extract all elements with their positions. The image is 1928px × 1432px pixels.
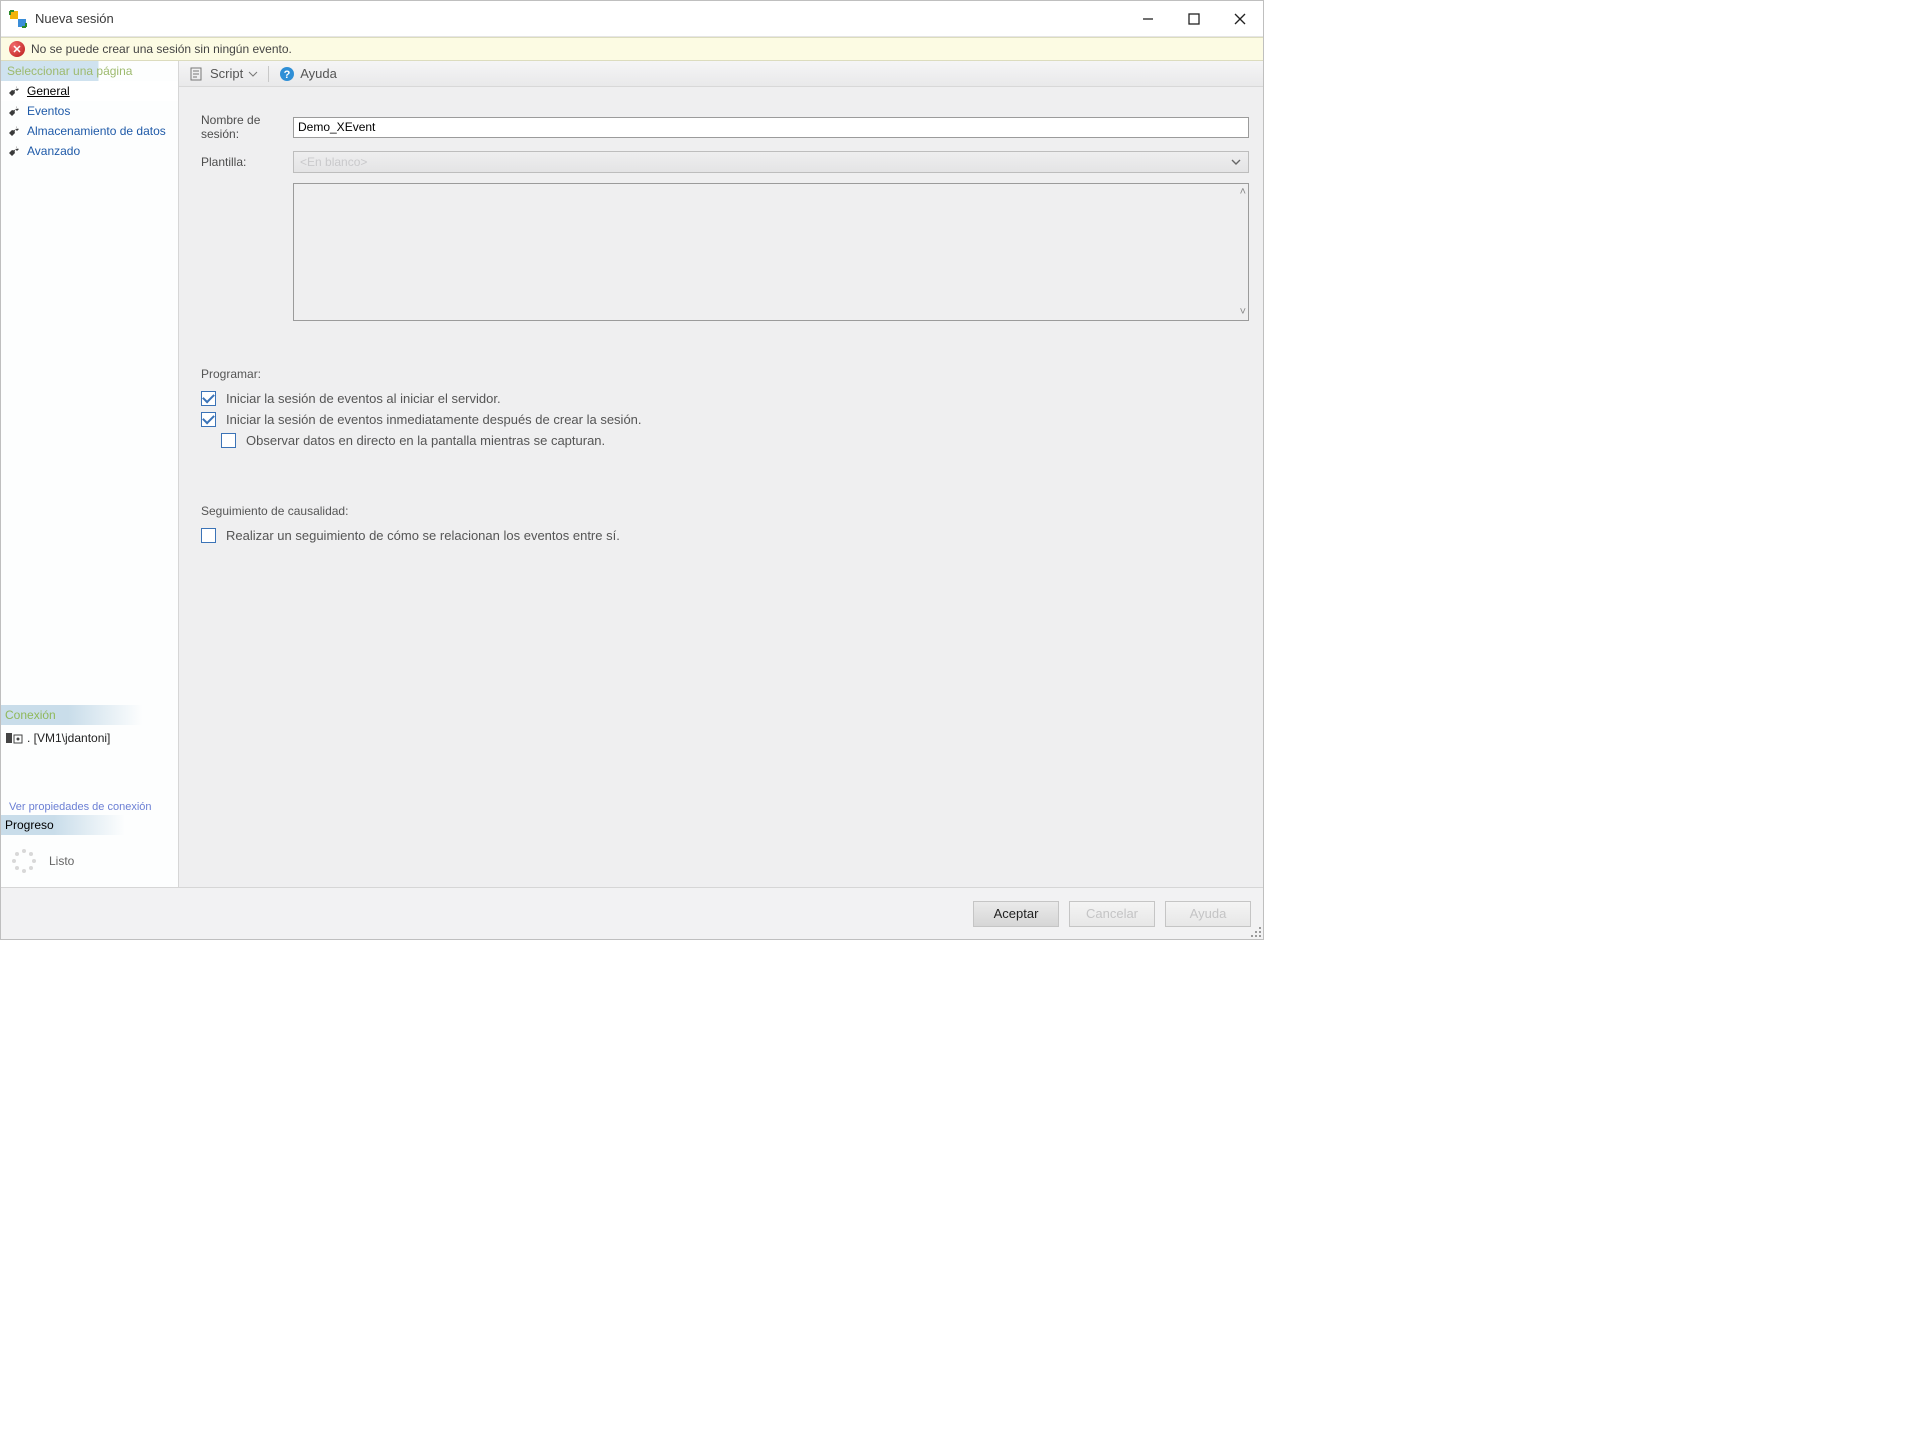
- form-area: Nombre de sesión: Plantilla: <En blanco>…: [179, 87, 1263, 887]
- sidebar-header: Seleccionar una página: [1, 61, 178, 81]
- page-nav: General Eventos Almacenamiento de datos …: [1, 81, 178, 161]
- connection-header: Conexión: [1, 705, 178, 725]
- checkbox-start-on-server[interactable]: Iniciar la sesión de eventos al iniciar …: [201, 391, 1249, 406]
- template-description-box[interactable]: ˄ ˅: [293, 183, 1249, 321]
- schedule-header: Programar:: [201, 367, 1249, 381]
- main-panel: Script ? Ayuda Nombre de sesión: Plantil…: [179, 61, 1263, 887]
- chevron-down-icon: [1230, 156, 1242, 168]
- resize-grip-icon[interactable]: [1249, 925, 1261, 937]
- button-bar: Aceptar Cancelar Ayuda: [1, 887, 1263, 939]
- scroll-up-icon[interactable]: ˄: [1240, 186, 1246, 198]
- help-toolbar-button[interactable]: ? Ayuda: [273, 61, 343, 86]
- app-icon: [9, 10, 27, 28]
- view-connection-props-link[interactable]: Ver propiedades de conexión: [1, 795, 178, 815]
- chevron-down-icon: [248, 69, 258, 79]
- checkbox-label: Observar datos en directo en la pantalla…: [246, 433, 605, 448]
- checkbox-icon: [201, 528, 216, 543]
- checkbox-watch-live[interactable]: Observar datos en directo en la pantalla…: [221, 433, 1249, 448]
- maximize-button[interactable]: [1171, 1, 1217, 36]
- template-combobox[interactable]: <En blanco>: [293, 151, 1249, 173]
- progress-row: Listo: [1, 835, 178, 887]
- checkbox-icon: [221, 433, 236, 448]
- dialog-window: Nueva sesión ✕ No se puede crear una ses…: [0, 0, 1264, 940]
- help-button[interactable]: Ayuda: [1165, 901, 1251, 927]
- help-label: Ayuda: [300, 66, 337, 81]
- close-button[interactable]: [1217, 1, 1263, 36]
- wrench-icon: [7, 124, 21, 138]
- error-text: No se puede crear una sesión sin ningún …: [31, 42, 292, 56]
- progress-text: Listo: [49, 854, 74, 868]
- session-name-label: Nombre de sesión:: [201, 113, 293, 141]
- sidebar-item-avanzado[interactable]: Avanzado: [1, 141, 178, 161]
- error-icon: ✕: [9, 41, 25, 57]
- svg-text:?: ?: [284, 69, 291, 81]
- checkbox-start-immediate[interactable]: Iniciar la sesión de eventos inmediatame…: [201, 412, 1249, 427]
- nav-label: General: [27, 84, 70, 98]
- wrench-icon: [7, 84, 21, 98]
- sidebar-item-almacenamiento[interactable]: Almacenamiento de datos: [1, 121, 178, 141]
- toolbar-separator: [268, 66, 269, 82]
- scroll-down-icon[interactable]: ˅: [1240, 306, 1246, 318]
- checkbox-label: Iniciar la sesión de eventos inmediatame…: [226, 412, 642, 427]
- script-button[interactable]: Script: [183, 61, 264, 86]
- checkbox-label: Iniciar la sesión de eventos al iniciar …: [226, 391, 501, 406]
- script-icon: [189, 66, 205, 82]
- progress-spinner-icon: [11, 848, 37, 874]
- sidebar-item-general[interactable]: General: [1, 81, 178, 101]
- help-icon: ?: [279, 66, 295, 82]
- script-label: Script: [210, 66, 243, 81]
- cancel-button[interactable]: Cancelar: [1069, 901, 1155, 927]
- progress-header: Progreso: [1, 815, 178, 835]
- checkbox-icon: [201, 412, 216, 427]
- checkbox-label: Realizar un seguimiento de cómo se relac…: [226, 528, 620, 543]
- sidebar: Seleccionar una página General Eventos A…: [1, 61, 179, 887]
- window-title: Nueva sesión: [35, 11, 114, 26]
- minimize-button[interactable]: [1125, 1, 1171, 36]
- checkbox-causality[interactable]: Realizar un seguimiento de cómo se relac…: [201, 528, 1249, 543]
- causality-header: Seguimiento de causalidad:: [201, 504, 1249, 518]
- wrench-icon: [7, 104, 21, 118]
- checkbox-icon: [201, 391, 216, 406]
- template-placeholder: <En blanco>: [300, 155, 367, 169]
- connection-row: . [VM1\jdantoni]: [1, 725, 178, 751]
- error-bar: ✕ No se puede crear una sesión sin ningú…: [1, 37, 1263, 61]
- toolbar: Script ? Ayuda: [179, 61, 1263, 87]
- template-label: Plantilla:: [201, 155, 293, 169]
- server-icon: [5, 731, 23, 745]
- session-name-input[interactable]: [293, 117, 1249, 138]
- nav-label: Avanzado: [27, 144, 80, 158]
- nav-label: Almacenamiento de datos: [27, 124, 166, 138]
- ok-button[interactable]: Aceptar: [973, 901, 1059, 927]
- nav-label: Eventos: [27, 104, 70, 118]
- titlebar: Nueva sesión: [1, 1, 1263, 37]
- sidebar-item-eventos[interactable]: Eventos: [1, 101, 178, 121]
- connection-value: . [VM1\jdantoni]: [27, 731, 110, 745]
- wrench-icon: [7, 144, 21, 158]
- dialog-body: Seleccionar una página General Eventos A…: [1, 61, 1263, 887]
